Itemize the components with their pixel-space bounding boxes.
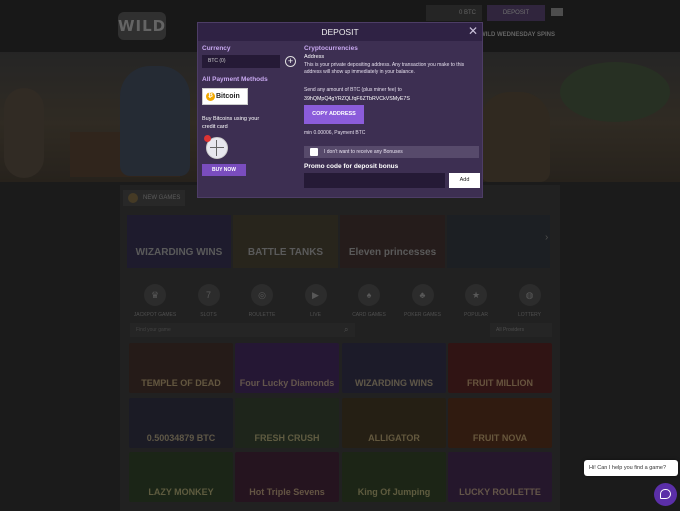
bitcoin-label: Bitcoin: [216, 93, 240, 100]
no-bonus-checkbox[interactable]: [310, 148, 318, 156]
buy-bitcoins-text: Buy Bitcoins using your credit card: [202, 116, 260, 130]
bitcoin-method-button[interactable]: ₿ Bitcoin: [202, 88, 248, 105]
add-promo-button[interactable]: Add: [449, 173, 480, 188]
promo-code-label: Promo code for deposit bonus: [304, 163, 399, 170]
send-instruction: Send any amount of BTC (plus miner fee) …: [304, 87, 402, 93]
currency-label: Currency: [202, 45, 231, 52]
modal-title: DEPOSIT: [198, 23, 482, 41]
btc-address[interactable]: 39hQMpQ4gYRZQLfqF6ZTbRVCkVSMyE7S: [304, 96, 479, 103]
copy-address-button[interactable]: COPY ADDRESS: [304, 105, 364, 124]
currency-select[interactable]: BTC (0): [202, 55, 280, 68]
buy-now-button[interactable]: BUY NOW: [202, 164, 246, 176]
address-label: Address: [304, 54, 325, 60]
deposit-modal: DEPOSIT ✕ Currency BTC (0) + All Payment…: [197, 22, 483, 198]
payment-methods-label: All Payment Methods: [202, 76, 268, 83]
promo-code-input[interactable]: [304, 173, 445, 188]
bitcoin-icon: ₿: [206, 92, 215, 101]
close-icon[interactable]: ✕: [468, 25, 478, 37]
chat-icon: [660, 489, 671, 499]
credit-card-globe-icon: [204, 135, 228, 159]
chat-button[interactable]: [654, 483, 677, 506]
min-deposit-text: min 0.00006, Payment BTC: [304, 130, 366, 136]
address-info-text: This is your private depositing address.…: [304, 62, 465, 75]
no-bonus-row[interactable]: I don't want to receive any Bonuses: [304, 146, 479, 158]
chat-greeting[interactable]: Hi! Can I help you find a game?: [584, 460, 678, 476]
no-bonus-label: I don't want to receive any Bonuses: [324, 149, 403, 155]
crypto-label: Cryptocurrencies: [304, 45, 358, 52]
add-currency-icon[interactable]: +: [285, 56, 296, 67]
